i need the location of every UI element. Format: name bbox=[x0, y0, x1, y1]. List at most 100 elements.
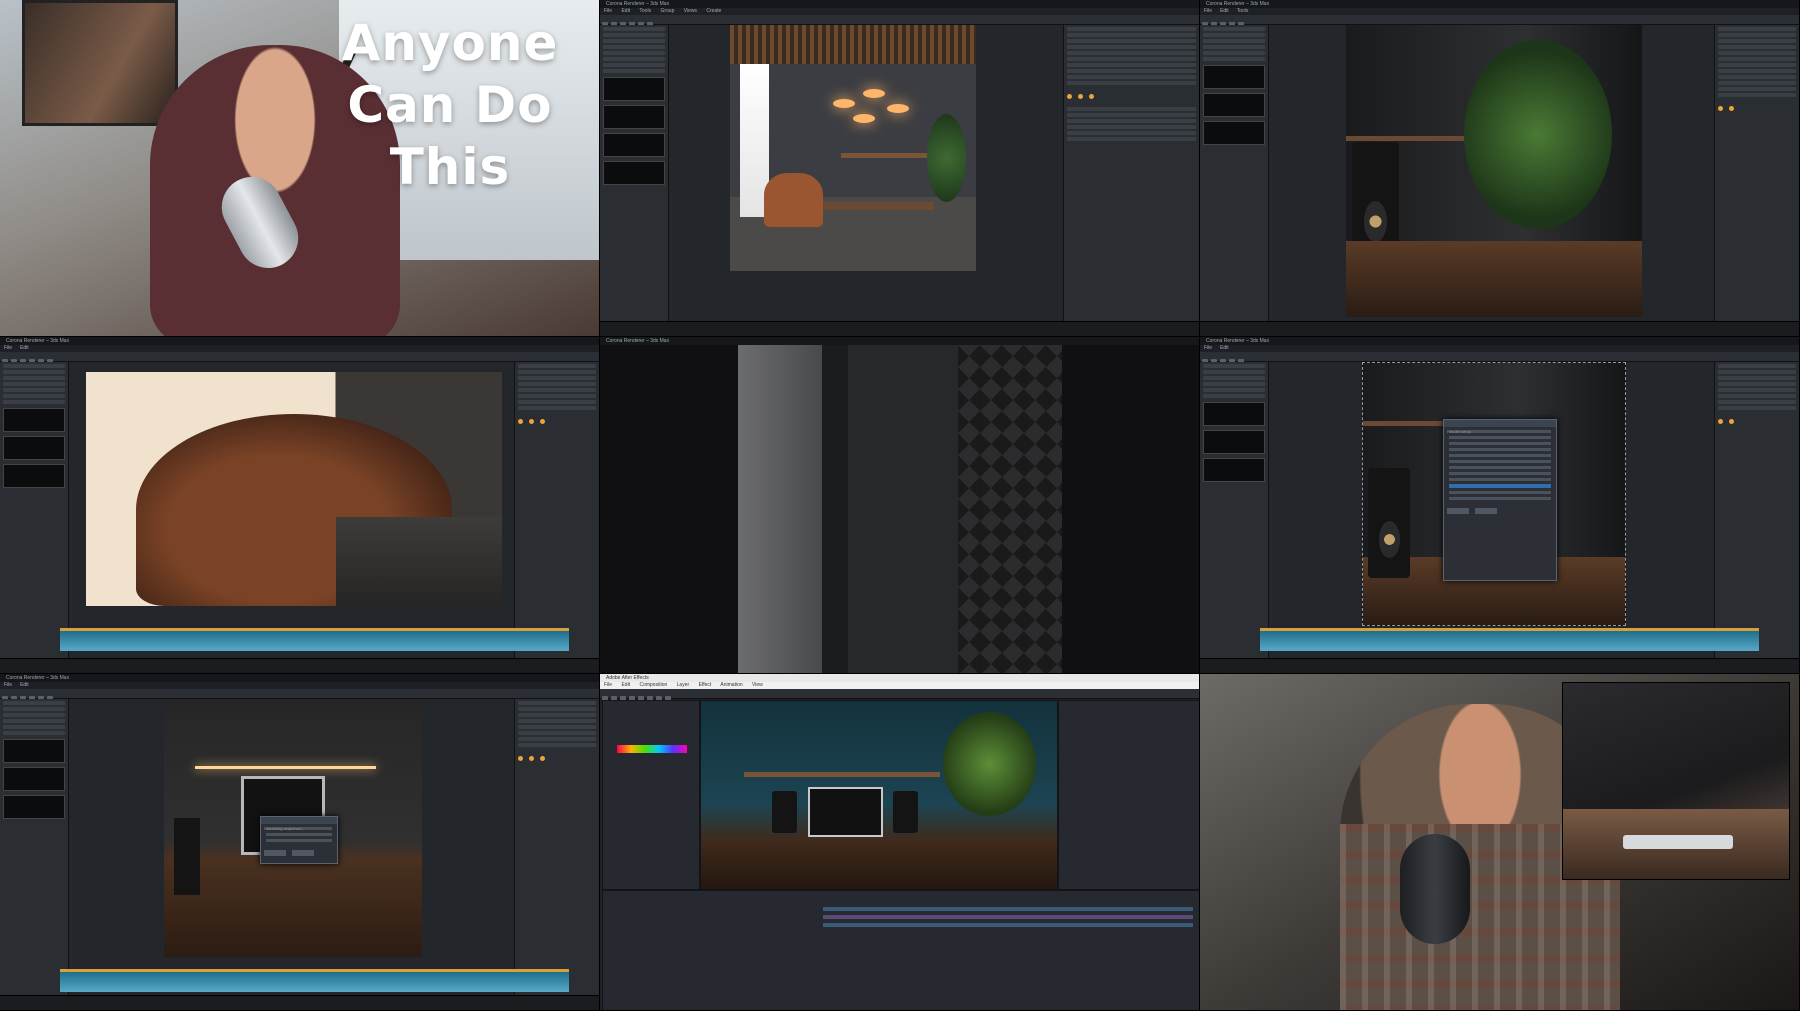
menu-bar: File Edit bbox=[0, 682, 599, 689]
stop-button[interactable] bbox=[292, 850, 314, 856]
camera-thumbnail[interactable] bbox=[3, 795, 65, 819]
camera-thumbnail[interactable] bbox=[1203, 430, 1265, 454]
video-collage: Anyone Can Do This Corona Renderer – 3ds… bbox=[0, 0, 1800, 1011]
menu-composition[interactable]: Composition bbox=[639, 682, 667, 688]
menu-tools[interactable]: Tools bbox=[639, 8, 651, 14]
menu-animation[interactable]: Animation bbox=[720, 682, 742, 688]
progress-dialog-title: Rendering sequence... bbox=[264, 826, 305, 831]
camera-thumbnail[interactable] bbox=[603, 77, 665, 101]
menu-file[interactable]: File bbox=[604, 682, 612, 688]
timeline-panel[interactable] bbox=[602, 890, 1199, 1010]
app-window-chair: Corona Renderer – 3ds Max File Edit bbox=[0, 337, 600, 674]
properties-panel bbox=[514, 699, 599, 996]
camera-thumbnail[interactable] bbox=[603, 161, 665, 185]
color-spectrum[interactable] bbox=[617, 745, 687, 753]
menu-layer[interactable]: Layer bbox=[677, 682, 690, 688]
menu-file[interactable]: File bbox=[1204, 8, 1212, 14]
camera-thumbnail[interactable] bbox=[1203, 93, 1265, 117]
render-progress-dialog[interactable]: Rendering sequence... bbox=[260, 816, 338, 864]
ok-button[interactable] bbox=[1447, 508, 1469, 514]
render-viewport[interactable] bbox=[86, 372, 502, 606]
animation-timeline[interactable] bbox=[60, 969, 569, 992]
animation-timeline[interactable] bbox=[1260, 628, 1759, 651]
window-title: Corona Renderer – 3ds Max bbox=[600, 0, 1199, 8]
menu-group[interactable]: Group bbox=[660, 8, 674, 14]
menu-tools[interactable]: Tools bbox=[1237, 8, 1249, 14]
room-render bbox=[730, 25, 976, 271]
effect-controls-panel[interactable] bbox=[602, 700, 700, 890]
wall-art bbox=[22, 0, 178, 126]
main-toolbar bbox=[600, 15, 1199, 28]
closeup-render bbox=[1346, 25, 1642, 317]
menu-edit[interactable]: Edit bbox=[1220, 8, 1229, 14]
window-title: Corona Renderer – 3ds Max bbox=[600, 337, 1199, 345]
camera-thumbnail[interactable] bbox=[1203, 65, 1265, 89]
main-toolbar bbox=[0, 352, 599, 365]
render-viewport[interactable] bbox=[730, 25, 976, 271]
camera-thumbnail[interactable] bbox=[3, 464, 65, 488]
menu-file[interactable]: File bbox=[4, 682, 12, 688]
menu-file[interactable]: File bbox=[1204, 345, 1212, 351]
menu-edit[interactable]: Edit bbox=[20, 345, 29, 351]
render-viewport[interactable]: Render setup bbox=[1362, 362, 1626, 626]
camera-thumbnail[interactable] bbox=[603, 133, 665, 157]
wall-detail-render bbox=[738, 345, 1062, 673]
menu-bar: File Edit Composition Layer Effect Anima… bbox=[600, 682, 1199, 689]
render-viewport[interactable] bbox=[1346, 25, 1642, 317]
status-bar bbox=[600, 321, 1199, 336]
menu-edit[interactable]: Edit bbox=[20, 682, 29, 688]
scene-panel bbox=[1200, 362, 1269, 659]
window-title: Corona Renderer – 3ds Max bbox=[1200, 337, 1799, 345]
camera-thumbnail[interactable] bbox=[1203, 458, 1265, 482]
menu-view[interactable]: View bbox=[752, 682, 763, 688]
camera-thumbnail[interactable] bbox=[1203, 402, 1265, 426]
window-title: Corona Renderer – 3ds Max bbox=[0, 337, 599, 345]
properties-panel bbox=[514, 362, 599, 659]
properties-panel bbox=[1063, 25, 1199, 322]
camera-thumbnail[interactable] bbox=[603, 105, 665, 129]
main-toolbar bbox=[0, 689, 599, 702]
graded-render bbox=[701, 701, 1057, 889]
window-title: Corona Renderer – 3ds Max bbox=[1200, 0, 1799, 8]
camera-thumbnail[interactable] bbox=[1203, 121, 1265, 145]
microphone bbox=[1400, 834, 1470, 944]
render-setup-dialog[interactable]: Render setup bbox=[1443, 419, 1557, 581]
status-bar bbox=[1200, 658, 1799, 673]
menu-effect[interactable]: Effect bbox=[699, 682, 712, 688]
main-toolbar bbox=[1200, 15, 1799, 28]
menu-edit[interactable]: Edit bbox=[1220, 345, 1229, 351]
app-window-room-render: Corona Renderer – 3ds Max File Edit Tool… bbox=[600, 0, 1200, 337]
selected-path[interactable] bbox=[1449, 484, 1551, 488]
menu-edit[interactable]: Edit bbox=[621, 8, 630, 14]
menu-create[interactable]: Create bbox=[706, 8, 721, 14]
menu-views[interactable]: Views bbox=[684, 8, 697, 14]
animation-timeline[interactable] bbox=[60, 628, 569, 651]
cancel-button[interactable] bbox=[1475, 508, 1497, 514]
title-line-1: Anyone bbox=[341, 14, 559, 72]
title-overlay: Anyone Can Do This bbox=[300, 12, 599, 198]
camera-thumbnail[interactable] bbox=[3, 436, 65, 460]
menu-bar: File Edit Tools bbox=[1200, 8, 1799, 15]
camera-thumbnail[interactable] bbox=[3, 739, 65, 763]
window-title: Adobe After Effects bbox=[600, 674, 1199, 682]
menu-file[interactable]: File bbox=[604, 8, 612, 14]
pause-button[interactable] bbox=[264, 850, 286, 856]
chair-render bbox=[86, 372, 502, 606]
main-toolbar bbox=[1200, 352, 1799, 365]
render-viewport[interactable]: Rendering sequence... bbox=[164, 699, 422, 957]
menu-bar: File Edit bbox=[0, 345, 599, 352]
picture-in-picture bbox=[1562, 682, 1790, 880]
properties-panel bbox=[1714, 25, 1799, 322]
presenter-webcam-pip bbox=[1200, 674, 1800, 1011]
menu-edit[interactable]: Edit bbox=[621, 682, 630, 688]
title-line-2: Can Do This bbox=[347, 76, 553, 196]
menu-file[interactable]: File bbox=[4, 345, 12, 351]
app-window: Corona Renderer – 3ds Max File Edit Tool… bbox=[600, 0, 1199, 336]
composition-viewer[interactable] bbox=[700, 700, 1058, 890]
window-title: Corona Renderer – 3ds Max bbox=[0, 674, 599, 682]
render-viewport[interactable] bbox=[738, 345, 1062, 673]
camera-thumbnail[interactable] bbox=[3, 767, 65, 791]
camera-thumbnail[interactable] bbox=[3, 408, 65, 432]
status-bar bbox=[0, 658, 599, 673]
info-panel[interactable] bbox=[1058, 700, 1199, 890]
